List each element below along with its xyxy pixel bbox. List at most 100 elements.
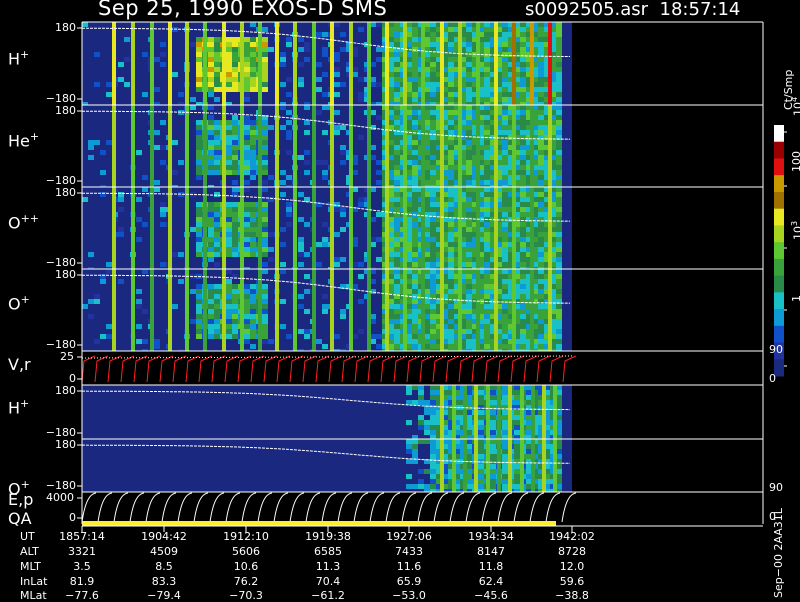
spectrogram-cell <box>466 92 472 97</box>
spectrogram-cell <box>448 212 454 217</box>
spectrogram-cell <box>316 110 322 115</box>
spectrogram-cell <box>214 140 220 145</box>
spectrogram-cell <box>214 237 220 242</box>
intensity-stripe <box>203 269 207 351</box>
panel-label-text: E,p <box>8 490 34 509</box>
spectrogram-cell <box>412 115 418 120</box>
spectrogram-cell <box>88 314 94 319</box>
spectrogram-cell <box>196 232 202 237</box>
spectrogram-cell <box>244 67 250 72</box>
spectrogram-cell <box>502 207 508 212</box>
spectrogram-cell <box>556 192 562 197</box>
spectrogram-cell <box>466 105 472 110</box>
spectrogram-cell <box>214 299 220 304</box>
spectrogram-cell <box>250 319 256 324</box>
spectrogram-cell <box>298 77 304 82</box>
intensity-stripe <box>240 22 244 105</box>
spectrogram-cell <box>556 62 562 67</box>
spectrogram-cell <box>478 430 484 435</box>
intensity-stripe <box>240 269 244 351</box>
spectrogram-cell <box>430 454 436 459</box>
spectrogram-cell <box>484 32 490 37</box>
intensity-stripe <box>131 105 135 187</box>
colorbar-swatch <box>774 292 784 310</box>
spectrogram-cell <box>412 187 418 192</box>
spectrogram-cell <box>286 135 292 140</box>
spectrogram-cell <box>448 22 454 27</box>
spectrogram-cell <box>196 155 202 160</box>
spectrogram-cell <box>322 105 328 110</box>
spectrogram-cell <box>430 237 436 242</box>
spectrogram-cell <box>520 115 526 120</box>
spectrogram-cell <box>268 125 274 130</box>
spectrogram-cell <box>394 135 400 140</box>
spectrogram-cell <box>214 262 220 267</box>
spectrogram-cell <box>226 202 232 207</box>
spectrogram-cell <box>232 140 238 145</box>
spectrogram-cell <box>502 415 508 420</box>
intensity-stripe <box>403 269 407 351</box>
spectrogram-cell <box>412 252 418 257</box>
spectrogram-cell <box>514 484 520 489</box>
spectrogram-cell <box>478 400 484 405</box>
spectrogram-cell <box>226 329 232 334</box>
spectrogram-cell <box>142 309 148 314</box>
spectrogram-cell <box>502 289 508 294</box>
spectrogram-cell <box>250 202 256 207</box>
spectrogram-cell <box>394 227 400 232</box>
spectrogram-cell <box>466 197 472 202</box>
spectrogram-cell <box>520 284 526 289</box>
spectrogram-cell <box>250 217 256 222</box>
colorbar-swatch <box>774 158 784 176</box>
spectrogram-cell <box>304 222 310 227</box>
spectrogram-cell <box>394 97 400 102</box>
spectrogram-cell <box>94 140 100 145</box>
spectrogram-cell <box>424 469 430 474</box>
spectrogram-cell <box>430 150 436 155</box>
spectrogram-cell <box>502 130 508 135</box>
spectrogram-cell <box>466 22 472 27</box>
spectrogram-cell <box>214 62 220 67</box>
spectrogram-cell <box>412 105 418 110</box>
intensity-stripe <box>553 439 557 492</box>
intensity-stripe <box>512 269 516 351</box>
spectrogram-cell <box>556 319 562 324</box>
spectrogram-cell <box>556 77 562 82</box>
spectrogram-cell <box>244 237 250 242</box>
spectrogram-cell <box>484 232 490 237</box>
intensity-stripe <box>497 439 501 492</box>
spectrogram-cell <box>502 390 508 395</box>
spectrogram-cell <box>250 304 256 309</box>
colorbar-swatch <box>774 208 784 226</box>
spectrogram-cell <box>556 125 562 130</box>
spectrogram-cell <box>244 187 250 192</box>
spectrogram-cell <box>304 160 310 165</box>
spectrogram-cell <box>244 77 250 82</box>
spectrogram-cell <box>502 77 508 82</box>
spectrogram-cell <box>394 237 400 242</box>
intensity-stripe <box>222 187 226 269</box>
spectrogram-cell <box>244 87 250 92</box>
spectrogram-cell <box>196 42 202 47</box>
spectrogram-cell <box>136 289 142 294</box>
spectrogram-cell <box>244 304 250 309</box>
spectrogram-cell <box>214 37 220 42</box>
vr-panel <box>81 351 577 385</box>
spectrogram-cell <box>154 130 160 135</box>
spectrogram-cell <box>286 222 292 227</box>
table-cell: −70.3 <box>229 589 263 602</box>
spectrogram-cell <box>556 262 562 267</box>
spectrogram-cell <box>502 314 508 319</box>
spectrogram-cell <box>412 222 418 227</box>
spectrogram-cell <box>232 77 238 82</box>
spectrogram-cell <box>466 242 472 247</box>
spectrogram-cell <box>466 274 472 279</box>
spectrogram-cell <box>226 135 232 140</box>
spectrogram-cell <box>304 289 310 294</box>
spectrogram-cell <box>232 62 238 67</box>
spectrogram-cell <box>556 175 562 180</box>
spectrogram-cell <box>502 217 508 222</box>
spectrogram-cell <box>232 252 238 257</box>
spectrogram-cell <box>118 77 124 82</box>
spectrogram-cell <box>556 329 562 334</box>
